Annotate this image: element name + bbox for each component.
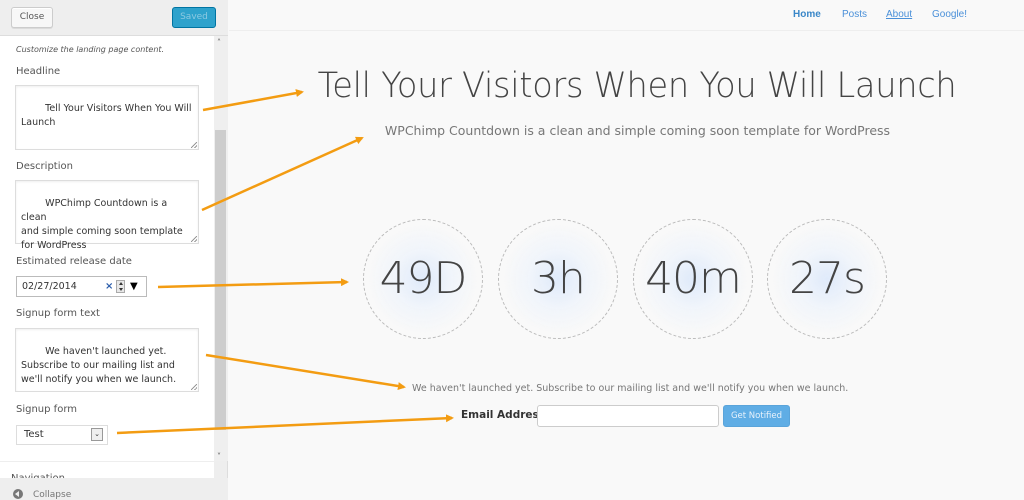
countdown-minutes: 40m bbox=[633, 219, 753, 339]
email-label: Email Address bbox=[461, 409, 546, 421]
release-date-label: Estimated release date bbox=[16, 256, 132, 267]
release-date-input[interactable]: 02/27/2014 × ▼ bbox=[16, 276, 147, 297]
top-navigation: Home Posts About Google! bbox=[229, 0, 1024, 31]
signup-form-label: Signup form bbox=[16, 404, 77, 415]
page-description: WPChimp Countdown is a clean and simple … bbox=[384, 123, 891, 138]
nav-google[interactable]: Google! bbox=[932, 9, 967, 20]
dropdown-arrow-icon[interactable]: ▼ bbox=[130, 277, 138, 296]
signup-text: We haven't launched yet. Subscribe to ou… bbox=[412, 383, 849, 394]
saved-button[interactable]: Saved bbox=[172, 7, 216, 28]
countdown-days-value: 49D bbox=[379, 253, 468, 304]
clear-icon[interactable]: × bbox=[105, 277, 113, 296]
release-date-value: 02/27/2014 bbox=[22, 281, 77, 292]
navigation-section[interactable]: Navigation bbox=[0, 461, 214, 478]
countdown-hours-value: 3h bbox=[531, 253, 586, 304]
sidebar-scrollbar[interactable]: ˄ ˅ bbox=[214, 36, 228, 461]
signup-form-selected-value: Test bbox=[24, 429, 44, 440]
scroll-up-icon[interactable]: ˄ bbox=[217, 38, 221, 47]
countdown-minutes-value: 40m bbox=[645, 253, 742, 304]
customizer-screen: Close Saved Customize the landing page c… bbox=[0, 0, 1024, 500]
scrollbar-thumb[interactable] bbox=[215, 130, 226, 430]
countdown-seconds-value: 27s bbox=[789, 253, 866, 304]
description-label: Description bbox=[16, 161, 73, 172]
resize-grip-icon[interactable] bbox=[191, 142, 197, 148]
chevron-down-icon[interactable]: ⌄ bbox=[91, 428, 103, 441]
email-input[interactable] bbox=[537, 405, 719, 427]
description-textarea[interactable]: WPChimp Countdown is a clean and simple … bbox=[15, 180, 199, 251]
sidebar-footer: Collapse bbox=[0, 478, 228, 500]
close-button[interactable]: Close bbox=[11, 7, 53, 28]
section-description: Customize the landing page content. bbox=[16, 45, 165, 54]
nav-home[interactable]: Home bbox=[793, 9, 821, 20]
description-textarea-value: WPChimp Countdown is a clean and simple … bbox=[21, 198, 183, 251]
collapse-icon[interactable] bbox=[13, 489, 23, 499]
countdown-hours: 3h bbox=[498, 219, 618, 339]
sidebar-header: Close Saved bbox=[0, 0, 228, 36]
resize-grip-icon[interactable] bbox=[191, 236, 197, 242]
headline-label: Headline bbox=[16, 66, 61, 77]
customizer-sidebar: Close Saved Customize the landing page c… bbox=[0, 0, 228, 500]
countdown-seconds: 27s bbox=[767, 219, 887, 339]
collapse-button[interactable]: Collapse bbox=[33, 490, 71, 500]
nav-about[interactable]: About bbox=[886, 9, 912, 20]
get-notified-button[interactable]: Get Notified bbox=[723, 405, 790, 427]
nav-posts[interactable]: Posts bbox=[842, 9, 867, 20]
sidebar-content: Customize the landing page content. Head… bbox=[0, 36, 214, 461]
page-headline: Tell Your Visitors When You Will Launch bbox=[317, 66, 957, 106]
signup-text-label: Signup form text bbox=[16, 308, 100, 319]
signup-form-select[interactable]: Test ⌄ bbox=[16, 425, 108, 445]
signup-text-textarea-value: We haven't launched yet. Subscribe to ou… bbox=[21, 346, 177, 385]
headline-textarea-value: Tell Your Visitors When You Will Launch bbox=[21, 103, 192, 128]
scroll-down-icon[interactable]: ˅ bbox=[217, 452, 221, 461]
spinner-icon[interactable] bbox=[116, 280, 125, 293]
site-preview: Home Posts About Google! Tell Your Visit… bbox=[229, 0, 1024, 500]
headline-textarea[interactable]: Tell Your Visitors When You Will Launch bbox=[15, 85, 199, 150]
resize-grip-icon[interactable] bbox=[191, 384, 197, 390]
countdown-days: 49D bbox=[363, 219, 483, 339]
signup-text-textarea[interactable]: We haven't launched yet. Subscribe to ou… bbox=[15, 328, 199, 392]
